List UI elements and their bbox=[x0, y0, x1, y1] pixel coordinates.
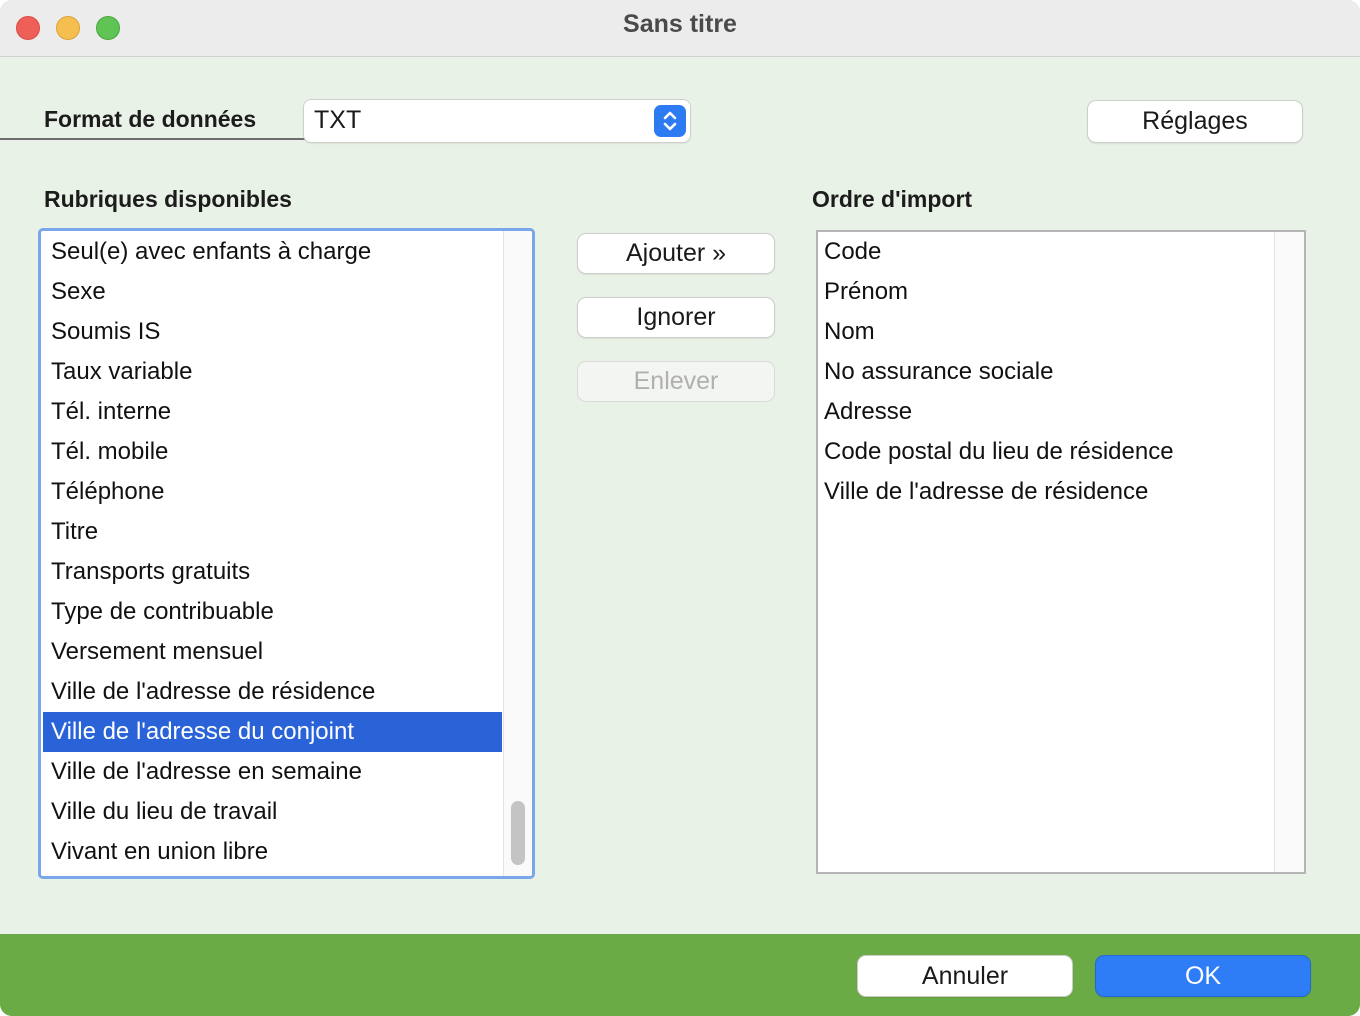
data-format-label: Format de données bbox=[44, 106, 257, 132]
import-order-label: Ordre d'import bbox=[812, 186, 973, 212]
list-item[interactable]: Transports gratuits bbox=[43, 552, 502, 592]
data-format-select[interactable]: TXT bbox=[304, 100, 690, 142]
list-item[interactable]: Sexe bbox=[43, 272, 502, 312]
list-item[interactable]: Taux variable bbox=[43, 352, 502, 392]
ok-button[interactable]: OK bbox=[1096, 956, 1310, 996]
import-order-scrollbar[interactable] bbox=[1274, 232, 1304, 872]
list-item-selected[interactable]: Ville de l'adresse du conjoint bbox=[43, 712, 502, 752]
list-item[interactable]: Versement mensuel bbox=[43, 632, 502, 672]
list-item[interactable]: Titre bbox=[43, 512, 502, 552]
list-item[interactable]: Ville de l'adresse de résidence bbox=[818, 472, 1274, 512]
cancel-button[interactable]: Annuler bbox=[858, 956, 1072, 996]
window-title: Sans titre bbox=[623, 10, 737, 38]
list-item[interactable]: Soumis IS bbox=[43, 312, 502, 352]
remove-button[interactable]: Enlever bbox=[578, 362, 774, 401]
ignore-button[interactable]: Ignorer bbox=[578, 298, 774, 337]
list-item[interactable]: Code bbox=[818, 232, 1274, 272]
list-item[interactable]: Ville du lieu de travail bbox=[43, 792, 502, 832]
list-item[interactable]: Code postal du lieu de résidence bbox=[818, 432, 1274, 472]
list-item[interactable]: Tél. interne bbox=[43, 392, 502, 432]
available-list-scrollbar[interactable] bbox=[503, 231, 532, 876]
import-order-list[interactable]: Code Prénom Nom No assurance sociale Adr… bbox=[816, 230, 1306, 874]
list-item[interactable]: Ville de l'adresse en semaine bbox=[43, 752, 502, 792]
list-item[interactable]: Adresse bbox=[818, 392, 1274, 432]
list-item[interactable]: Téléphone bbox=[43, 472, 502, 512]
title-bar: Sans titre bbox=[0, 0, 1360, 57]
dialog-footer: Annuler OK bbox=[0, 934, 1360, 1016]
chevron-updown-icon[interactable] bbox=[654, 105, 686, 137]
import-dialog-window: Sans titre Format de données TXT Réglage… bbox=[0, 0, 1360, 1016]
available-fields-list[interactable]: Seul(e) avec enfants à charge Sexe Soumi… bbox=[38, 228, 535, 879]
list-item[interactable]: Ville de l'adresse de résidence bbox=[43, 672, 502, 712]
list-item[interactable]: Vivant en union libre bbox=[43, 832, 502, 872]
settings-button[interactable]: Réglages bbox=[1088, 101, 1302, 142]
list-item[interactable]: Type de contribuable bbox=[43, 592, 502, 632]
add-button[interactable]: Ajouter » bbox=[578, 234, 774, 273]
available-list-scroll-thumb[interactable] bbox=[511, 801, 525, 865]
list-item[interactable]: Tél. mobile bbox=[43, 432, 502, 472]
data-format-value: TXT bbox=[314, 106, 362, 134]
list-item[interactable]: No assurance sociale bbox=[818, 352, 1274, 392]
format-label-divider bbox=[0, 138, 306, 140]
list-item[interactable]: Prénom bbox=[818, 272, 1274, 312]
list-item[interactable]: Nom bbox=[818, 312, 1274, 352]
list-item[interactable]: Seul(e) avec enfants à charge bbox=[43, 232, 502, 272]
available-fields-label: Rubriques disponibles bbox=[44, 186, 292, 212]
